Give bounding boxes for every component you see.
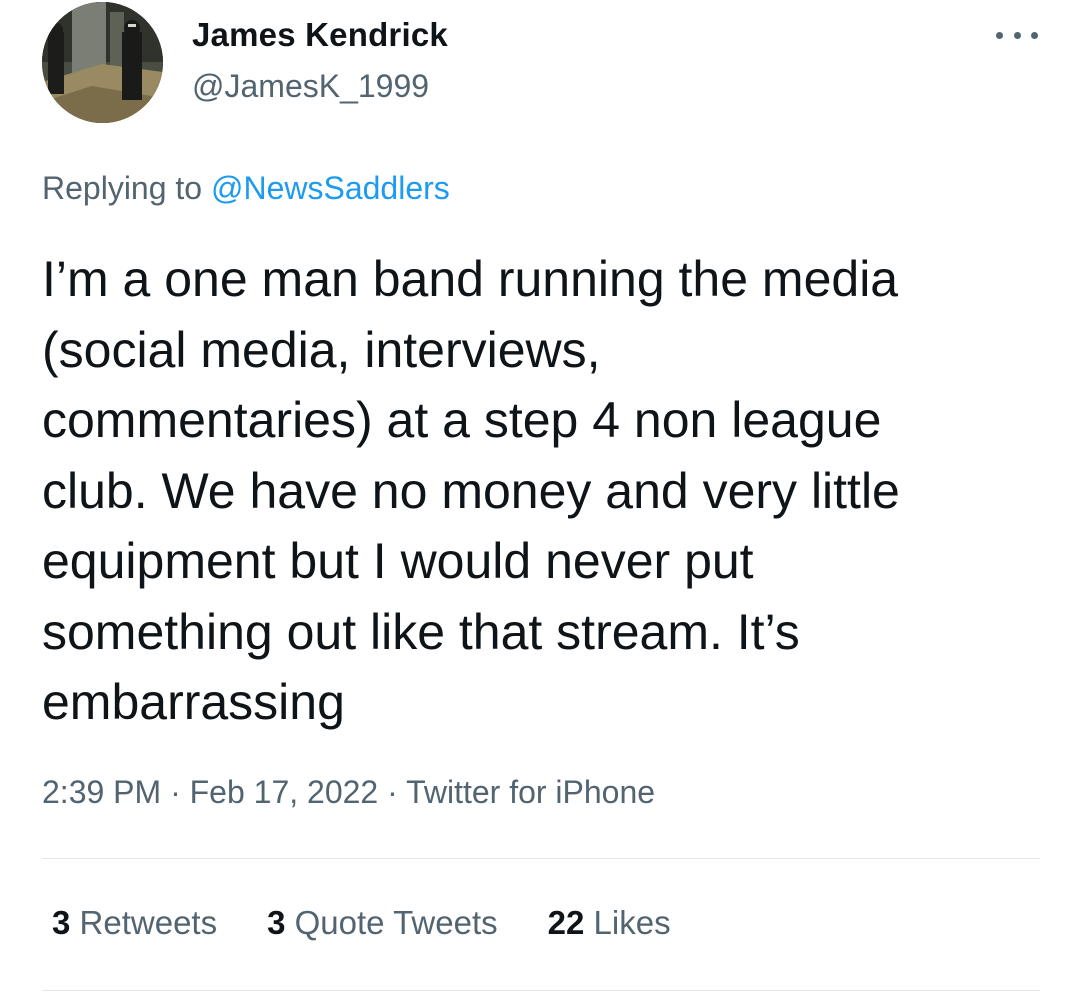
tweet-source[interactable]: Twitter for iPhone <box>406 774 655 810</box>
quote-tweets-count: 3 <box>267 904 286 941</box>
replying-to: Replying to @NewsSaddlers <box>42 170 450 207</box>
divider-top <box>42 858 1040 859</box>
likes-count: 22 <box>547 904 585 941</box>
author-display-name[interactable]: James Kendrick <box>192 16 448 54</box>
retweets-label: Retweets <box>70 904 218 941</box>
quote-tweets-label: Quote Tweets <box>285 904 498 941</box>
tweet-time[interactable]: 2:39 PM <box>42 774 161 810</box>
retweets-count: 3 <box>52 904 71 941</box>
replying-to-label: Replying to <box>42 170 211 206</box>
tweet-text: I’m a one man band running the media (so… <box>42 251 900 730</box>
more-options-button[interactable] <box>996 20 1038 50</box>
reply-mention-link[interactable]: @NewsSaddlers <box>211 170 450 206</box>
more-horizontal-icon-dot <box>1031 31 1038 39</box>
likes-stat[interactable]: 22 Likes <box>548 904 671 942</box>
tweet-stats: 3 Retweets 3 Quote Tweets 22 Likes <box>52 904 671 942</box>
tweet: James Kendrick @JamesK_1999 Replying to … <box>0 0 1080 1008</box>
more-horizontal-icon-dot <box>1013 31 1021 39</box>
meta-separator: · <box>378 774 407 810</box>
author-handle[interactable]: @JamesK_1999 <box>192 68 429 105</box>
avatar-image <box>42 2 163 123</box>
tweet-date[interactable]: Feb 17, 2022 <box>190 774 379 810</box>
divider-bottom <box>42 990 1040 991</box>
quote-tweets-stat[interactable]: 3 Quote Tweets <box>267 904 498 942</box>
avatar[interactable] <box>42 2 163 123</box>
retweets-stat[interactable]: 3 Retweets <box>52 904 217 942</box>
meta-separator: · <box>161 774 190 810</box>
tweet-meta: 2:39 PM · Feb 17, 2022 · Twitter for iPh… <box>42 774 655 811</box>
more-horizontal-icon <box>996 31 1003 39</box>
likes-label: Likes <box>584 904 671 941</box>
